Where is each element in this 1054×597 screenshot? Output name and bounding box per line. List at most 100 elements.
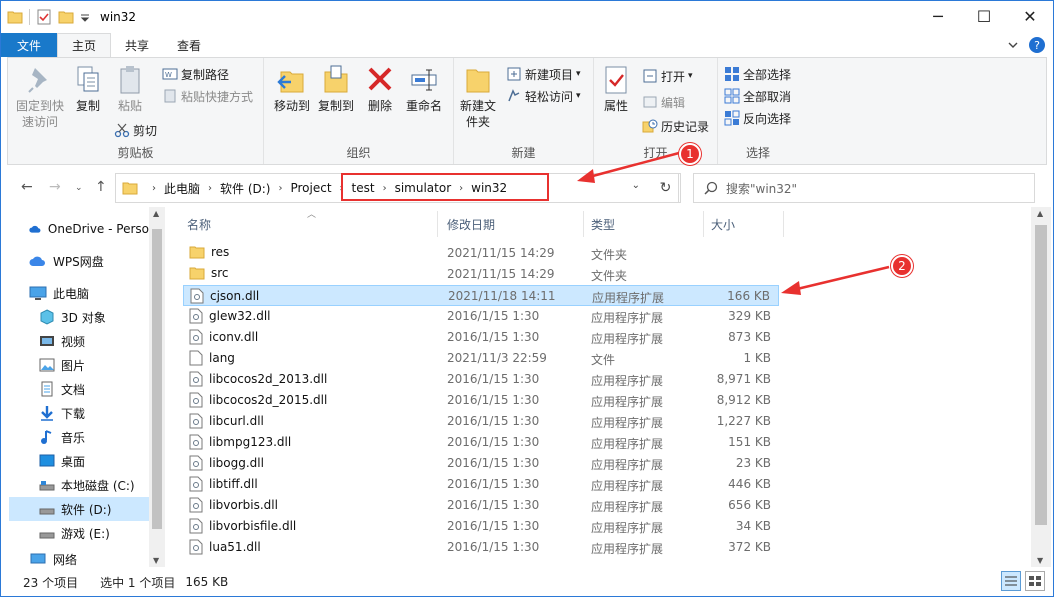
file-date: 2016/1/15 1:30 (447, 393, 540, 407)
new-folder-button[interactable]: 新建文件夹 (456, 64, 500, 130)
nav-item-drive-c[interactable]: 本地磁盘 (C:) (39, 473, 149, 497)
scroll-up-icon[interactable]: ▲ (1037, 209, 1043, 218)
wps-cloud-icon (29, 256, 45, 266)
table-row[interactable]: iconv.dll 2016/1/15 1:30 应用程序扩展 873 KB (183, 327, 779, 348)
table-row[interactable]: res 2021/11/15 14:29 文件夹 (183, 243, 779, 264)
table-row[interactable]: libcocos2d_2013.dll 2016/1/15 1:30 应用程序扩展 8… (183, 369, 779, 390)
table-row[interactable]: libcocos2d_2015.dll 2016/1/15 1:30 应用程序扩展 8… (183, 390, 779, 411)
minimize-button[interactable]: ─ (915, 1, 961, 31)
tab-home[interactable]: 主页 (57, 33, 112, 57)
nav-item-wps[interactable]: WPS网盘 (29, 249, 149, 273)
copy-button[interactable]: 复制 (68, 64, 108, 114)
column-separator[interactable] (703, 211, 704, 237)
select-none-button[interactable]: 全部取消 (724, 86, 791, 106)
file-name-cell: libcocos2d_2013.dll (189, 371, 327, 387)
table-row[interactable]: libcurl.dll 2016/1/15 1:30 应用程序扩展 1,227 KB (183, 411, 779, 432)
nav-item-network[interactable]: 网络 (29, 551, 149, 567)
column-separator[interactable] (437, 211, 438, 237)
table-row[interactable]: src 2021/11/15 14:29 文件夹 (183, 264, 779, 285)
move-to-button[interactable]: 移动到 (268, 64, 316, 114)
select-all-button[interactable]: 全部选择 (724, 64, 791, 84)
invert-selection-label: 反向选择 (743, 111, 792, 126)
properties-button[interactable]: 属性 (596, 64, 636, 114)
breadcrumb-this-pc[interactable]: 此电脑 (164, 180, 200, 197)
rename-button[interactable]: 重命名 (400, 64, 448, 114)
close-button[interactable]: ✕ (1007, 1, 1053, 31)
scroll-down-icon[interactable]: ▼ (153, 556, 159, 565)
edit-button[interactable]: 编辑 (642, 92, 685, 112)
status-item-count: 23 个项目 (23, 575, 79, 590)
table-row[interactable]: libtiff.dll 2016/1/15 1:30 应用程序扩展 446 KB (183, 474, 779, 495)
table-row[interactable]: cjson.dll 2021/11/18 14:11 应用程序扩展 166 KB (183, 285, 779, 306)
table-row[interactable]: lang 2021/11/3 22:59 文件 1 KB (183, 348, 779, 369)
recent-chevron-icon[interactable]: ⌄ (75, 183, 83, 193)
breadcrumb-project[interactable]: Project (290, 181, 331, 195)
table-row[interactable]: libogg.dll 2016/1/15 1:30 应用程序扩展 23 KB (183, 453, 779, 474)
table-row[interactable]: glew32.dll 2016/1/15 1:30 应用程序扩展 329 KB (183, 306, 779, 327)
scrollbar-thumb[interactable] (1035, 225, 1047, 525)
nav-item-downloads[interactable]: 下载 (39, 401, 149, 425)
maximize-button[interactable]: ☐ (961, 1, 1007, 31)
table-row[interactable]: libvorbis.dll 2016/1/15 1:30 应用程序扩展 656 KB (183, 495, 779, 516)
nav-item-this-pc[interactable]: 此电脑 (29, 281, 149, 305)
column-separator[interactable] (783, 211, 784, 237)
column-header-name[interactable]: 名称 (187, 207, 211, 241)
column-header-size[interactable]: 大小 (711, 207, 735, 241)
nav-item-desktop[interactable]: 桌面 (39, 449, 149, 473)
open-button[interactable]: 打开 ▾ (642, 66, 693, 86)
group-label-select: 选择 (745, 146, 770, 160)
nav-item-documents[interactable]: 文档 (39, 377, 149, 401)
file-name: src (211, 266, 229, 280)
column-header-type[interactable]: 类型 (591, 207, 615, 241)
status-size: 165 KB (185, 575, 229, 589)
nav-item-pictures[interactable]: 图片 (39, 353, 149, 377)
details-view-button[interactable] (1001, 571, 1021, 591)
file-name-cell: src (189, 266, 229, 280)
pin-quick-access-button[interactable]: 固定到快速访问 (12, 64, 68, 130)
new-folder-icon[interactable] (58, 9, 74, 25)
column-separator[interactable] (583, 211, 584, 237)
new-item-button[interactable]: 新建项目 ▾ (506, 64, 581, 84)
tab-view[interactable]: 查看 (163, 33, 215, 57)
paste-button[interactable]: 粘贴 (108, 64, 152, 114)
large-icons-view-button[interactable] (1025, 571, 1045, 591)
up-arrow-icon[interactable]: ↑ (95, 179, 107, 195)
nav-item-music[interactable]: 音乐 (39, 425, 149, 449)
copy-path-button[interactable]: W 复制路径 (162, 64, 229, 84)
table-row[interactable]: libmpg123.dll 2016/1/15 1:30 应用程序扩展 151 KB (183, 432, 779, 453)
table-row[interactable]: lua51.dll 2016/1/15 1:30 应用程序扩展 372 KB (183, 537, 779, 558)
nav-item-drive-d[interactable]: 软件 (D:) (9, 497, 149, 521)
nav-item-3d-objects[interactable]: 3D 对象 (39, 305, 149, 329)
history-button[interactable]: 历史记录 (642, 116, 709, 136)
help-icon[interactable]: ? (1029, 37, 1045, 53)
nav-item-onedrive[interactable]: OneDrive - Perso (29, 217, 149, 241)
back-arrow-icon[interactable]: ← (21, 179, 33, 195)
copy-to-button[interactable]: 复制到 (312, 64, 360, 114)
scroll-up-icon[interactable]: ▲ (153, 209, 159, 218)
breadcrumb-drive-d[interactable]: 软件 (D:) (220, 180, 270, 197)
dropdown-arrow-icon[interactable] (80, 9, 90, 25)
tab-file[interactable]: 文件 (1, 33, 58, 57)
tab-share[interactable]: 共享 (111, 33, 163, 57)
nav-item-drive-e[interactable]: 游戏 (E:) (39, 521, 149, 545)
easy-access-button[interactable]: 轻松访问 ▾ (506, 86, 581, 106)
nav-item-videos[interactable]: 视频 (39, 329, 149, 353)
scrollbar-thumb[interactable] (152, 229, 162, 529)
scroll-down-icon[interactable]: ▼ (1037, 556, 1043, 565)
column-header-modified[interactable]: 修改日期 (447, 207, 495, 241)
navigation-pane-scrollbar[interactable]: ▲ ▼ (149, 207, 165, 567)
delete-button[interactable]: 删除 (360, 64, 400, 114)
paste-shortcut-button[interactable]: 粘贴快捷方式 (162, 86, 253, 106)
table-row[interactable]: libvorbisfile.dll 2016/1/15 1:30 应用程序扩展 34 … (183, 516, 779, 537)
chevron-down-icon[interactable] (1007, 39, 1019, 51)
file-name: libcocos2d_2015.dll (209, 393, 328, 407)
file-list-scrollbar[interactable]: ▲ ▼ (1031, 207, 1051, 567)
properties-check-icon[interactable] (36, 9, 52, 25)
invert-selection-button[interactable]: 反向选择 (724, 108, 791, 128)
nav-label: 软件 (D:) (61, 502, 112, 517)
search-box[interactable]: 搜索"win32" (693, 173, 1035, 203)
forward-arrow-icon[interactable]: → (49, 179, 61, 195)
cut-button[interactable]: 剪切 (114, 120, 157, 140)
rename-label: 重命名 (405, 99, 442, 113)
file-type: 文件夹 (591, 248, 628, 262)
